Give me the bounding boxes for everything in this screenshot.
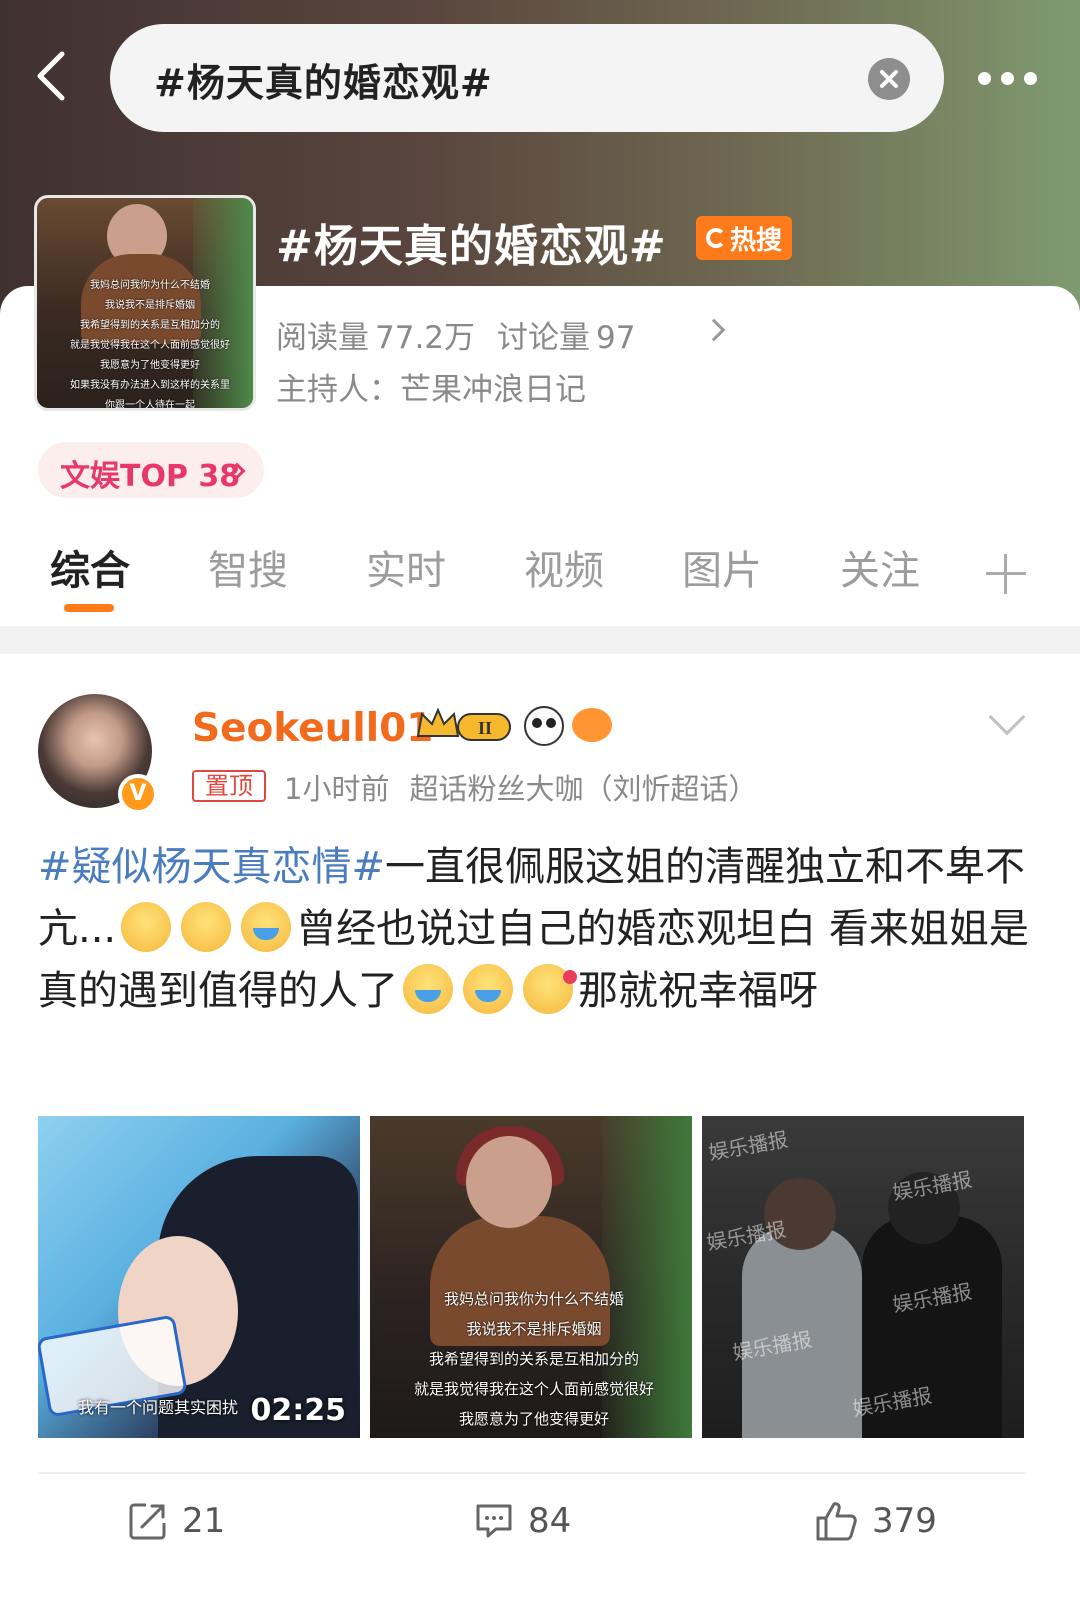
hot-search-icon — [705, 228, 726, 248]
comment-button[interactable]: 84 — [474, 1496, 571, 1546]
repost-count: 21 — [182, 1501, 226, 1541]
covering-mouth-emoji-icon — [121, 902, 172, 952]
hot-search-label: 热搜 — [729, 225, 782, 256]
image-subtitle: 就是我觉得我在这个人面前感觉很好 — [413, 1380, 654, 1398]
cover-subtitle: 我希望得到的关系是互相加分的 — [80, 320, 220, 331]
love-emoji-icon — [523, 964, 577, 1014]
repost-button[interactable]: 21 — [128, 1496, 225, 1546]
panda-badge-icon — [524, 706, 564, 746]
tab-bar: 综合 智搜 实时 视频 图片 关注 — [0, 522, 1080, 612]
rank-label: 文娱TOP 38 — [60, 459, 241, 494]
post-meta: 1小时前 超话粉丝大咖（刘忻超话） — [284, 766, 757, 808]
rank-badge[interactable]: 文娱TOP 38 — [38, 442, 264, 498]
video-caption: 我有一个问题其实困扰 — [78, 1398, 239, 1417]
image-subtitle: 我说我不是排斥婚姻 — [466, 1320, 602, 1338]
post-hashtag[interactable]: #疑似杨天真恋情# — [38, 844, 385, 890]
reads-label: 阅读量 — [276, 320, 369, 356]
actions-divider — [38, 1472, 1026, 1474]
clear-icon[interactable] — [868, 58, 910, 100]
cover-subtitle: 就是我觉得我在这个人面前感觉很好 — [70, 340, 230, 351]
host-label: 主持人： — [276, 372, 400, 408]
fish-badge-icon — [572, 708, 612, 742]
post-text: #疑似杨天真恋情#一直很佩服这姐的清醒独立和不卑不亢... 曾经也说过自己的婚恋观… — [38, 836, 1048, 1022]
more-options-icon[interactable] — [978, 70, 1058, 90]
chevron-right-icon[interactable] — [702, 318, 726, 342]
post-source[interactable]: 超话粉丝大咖（刘忻超话） — [409, 772, 757, 806]
cover-subtitle: 如果我没有办法进入到这样的关系里 — [70, 380, 230, 391]
cover-subtitle: 你跟一个人待在一起 — [105, 400, 195, 411]
active-tab-indicator — [64, 604, 114, 612]
add-tab-icon[interactable] — [986, 554, 1026, 594]
video-duration: 02:25 — [250, 1393, 347, 1428]
post-time: 1小时前 — [284, 772, 390, 806]
tab-realtime[interactable]: 实时 — [366, 538, 446, 596]
tab-comprehensive[interactable]: 综合 — [50, 538, 130, 596]
search-input[interactable]: #杨天真的婚恋观# — [154, 52, 493, 107]
comment-count: 84 — [528, 1501, 572, 1541]
crying-emoji-icon — [403, 964, 453, 1014]
share-icon — [129, 1503, 166, 1540]
post-text-part: 那就祝幸福呀 — [578, 968, 818, 1014]
member-crown-icon: II — [416, 707, 511, 741]
post-video-thumbnail[interactable]: 我有一个问题其实困扰 02:25 — [38, 1116, 360, 1438]
thumbs-up-icon — [816, 1502, 857, 1541]
covering-mouth-emoji-icon — [181, 902, 232, 952]
topic-host: 主持人：芒果冲浪日记 — [276, 364, 586, 409]
post-username[interactable]: Seokeull01 — [192, 706, 433, 751]
cover-subtitle: 我说我不是排斥婚姻 — [105, 300, 195, 311]
reads-value: 77.2万 — [375, 320, 476, 356]
pinned-badge: 置顶 — [192, 770, 266, 802]
post-image-thumbnail[interactable]: 娱乐播报 娱乐播报 娱乐播报 娱乐播报 娱乐播报 娱乐播报 — [702, 1116, 1024, 1438]
image-watermark: 娱乐播报 — [706, 1127, 790, 1165]
cover-subtitle: 我妈总问我你为什么不结婚 — [90, 280, 210, 291]
discuss-value: 97 — [596, 320, 636, 356]
search-bar[interactable]: #杨天真的婚恋观# — [110, 24, 944, 132]
back-arrow-icon[interactable] — [30, 48, 74, 104]
chevron-down-icon[interactable] — [988, 698, 1026, 736]
verified-icon: V — [118, 774, 158, 814]
image-subtitle: 我希望得到的关系是互相加分的 — [428, 1350, 639, 1368]
topic-stats[interactable]: 阅读量 77.2万 讨论量 97 — [276, 312, 635, 357]
like-count: 379 — [872, 1501, 937, 1541]
image-subtitle: 我愿意为了他变得更好 — [458, 1410, 609, 1428]
section-divider — [0, 626, 1080, 654]
tab-images[interactable]: 图片 — [682, 538, 762, 596]
svg-text:II: II — [478, 718, 492, 738]
image-subtitle: 我妈总问我你为什么不结婚 — [443, 1290, 624, 1308]
hot-search-badge: 热搜 — [696, 216, 792, 260]
tab-smart-search[interactable]: 智搜 — [208, 538, 288, 596]
like-button[interactable]: 379 — [814, 1496, 937, 1546]
topic-title: #杨天真的婚恋观# — [276, 221, 667, 272]
tab-video[interactable]: 视频 — [524, 538, 604, 596]
crying-emoji-icon — [241, 902, 292, 952]
cover-subtitle: 我愿意为了他变得更好 — [100, 360, 200, 371]
discuss-label: 讨论量 — [497, 320, 591, 356]
topic-cover-image: 我妈总问我你为什么不结婚 我说我不是排斥婚姻 我希望得到的关系是互相加分的 就是… — [34, 195, 256, 411]
comment-icon — [476, 1504, 512, 1538]
host-name[interactable]: 芒果冲浪日记 — [400, 372, 586, 408]
post-image-thumbnail[interactable]: 我妈总问我你为什么不结婚 我说我不是排斥婚姻 我希望得到的关系是互相加分的 就是… — [370, 1116, 692, 1438]
tab-following[interactable]: 关注 — [840, 538, 920, 596]
crying-emoji-icon — [463, 964, 513, 1014]
